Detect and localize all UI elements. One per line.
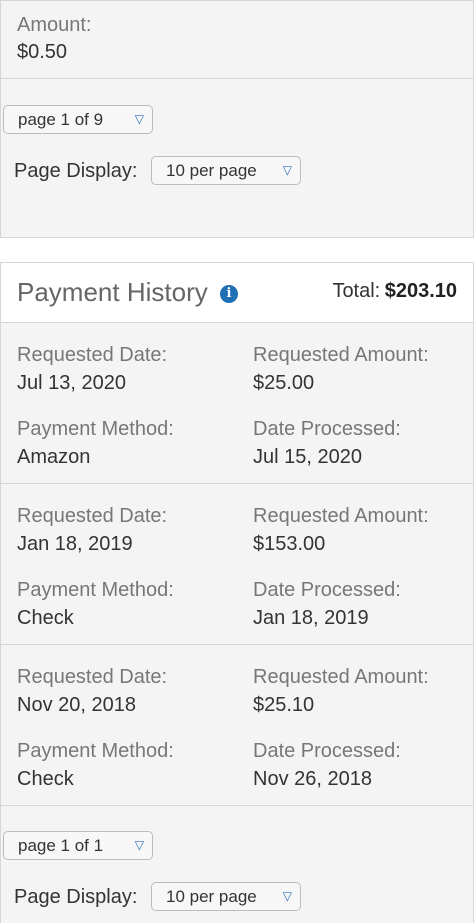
payment-method-label: Payment Method: bbox=[17, 740, 174, 762]
page-title: Payment History bbox=[17, 277, 208, 307]
page-select[interactable]: page 1 of 1 ▽ bbox=[3, 831, 153, 860]
page-select-value: page 1 of 1 bbox=[18, 836, 104, 855]
payment-method-value: Check bbox=[17, 607, 74, 629]
chevron-down-icon: ▽ bbox=[282, 889, 292, 903]
date-processed-value: Jul 15, 2020 bbox=[253, 446, 362, 468]
date-processed-value: Jan 18, 2019 bbox=[253, 607, 369, 629]
requested-date-value: Nov 20, 2018 bbox=[17, 694, 136, 716]
requested-amount-label: Requested Amount: bbox=[253, 344, 429, 366]
date-processed-label: Date Processed: bbox=[253, 740, 401, 762]
date-processed-value: Nov 26, 2018 bbox=[253, 768, 372, 790]
amount-block: Amount: $0.50 bbox=[1, 1, 473, 79]
chevron-down-icon: ▽ bbox=[282, 163, 292, 177]
chevron-down-icon: ▽ bbox=[134, 838, 144, 852]
total-value: $203.10 bbox=[384, 280, 457, 302]
page-display-value: 10 per page bbox=[166, 887, 257, 906]
history-pager: page 1 of 1 ▽ Page Display: 10 per page … bbox=[1, 806, 473, 923]
payment-record: Requested Date: Jan 18, 2019 Requested A… bbox=[1, 484, 473, 645]
payment-method-value: Check bbox=[17, 768, 74, 790]
requested-amount-value: $25.00 bbox=[253, 372, 315, 394]
amount-value: $0.50 bbox=[17, 41, 68, 63]
page-display-select[interactable]: 10 per page ▽ bbox=[151, 882, 301, 911]
page-select-value: page 1 of 9 bbox=[18, 110, 104, 129]
requested-amount-value: $153.00 bbox=[253, 533, 326, 555]
date-processed-label: Date Processed: bbox=[253, 418, 401, 440]
requested-date-label: Requested Date: bbox=[17, 505, 168, 527]
date-processed-label: Date Processed: bbox=[253, 579, 401, 601]
payment-record: Requested Date: Jul 13, 2020 Requested A… bbox=[1, 323, 473, 484]
page-display-select[interactable]: 10 per page ▽ bbox=[151, 156, 301, 185]
total-label: Total: bbox=[332, 280, 381, 302]
page-display-label: Page Display: bbox=[14, 160, 138, 182]
requested-date-value: Jul 13, 2020 bbox=[17, 372, 126, 394]
page-display-label: Page Display: bbox=[14, 886, 138, 908]
payment-method-label: Payment Method: bbox=[17, 418, 174, 440]
requested-date-label: Requested Date: bbox=[17, 666, 168, 688]
requested-amount-label: Requested Amount: bbox=[253, 666, 429, 688]
payment-history-panel: Payment History i Total: $203.10 Request… bbox=[0, 262, 474, 923]
requested-amount-label: Requested Amount: bbox=[253, 505, 429, 527]
chevron-down-icon: ▽ bbox=[134, 112, 144, 126]
payment-record: Requested Date: Nov 20, 2018 Requested A… bbox=[1, 645, 473, 806]
requested-date-value: Jan 18, 2019 bbox=[17, 533, 133, 555]
info-icon[interactable]: i bbox=[220, 285, 238, 303]
requested-amount-value: $25.10 bbox=[253, 694, 315, 716]
payment-method-label: Payment Method: bbox=[17, 579, 174, 601]
earnings-panel: Amount: $0.50 page 1 of 9 ▽ Page Display… bbox=[0, 0, 474, 238]
requested-date-label: Requested Date: bbox=[17, 344, 168, 366]
payment-method-value: Amazon bbox=[17, 446, 91, 468]
page-display-value: 10 per page bbox=[166, 161, 257, 180]
payment-history-header: Payment History i Total: $203.10 bbox=[1, 263, 473, 323]
total-summary: Total: $203.10 bbox=[332, 280, 457, 303]
page-select[interactable]: page 1 of 9 ▽ bbox=[3, 105, 153, 134]
amount-label: Amount: bbox=[17, 14, 92, 36]
